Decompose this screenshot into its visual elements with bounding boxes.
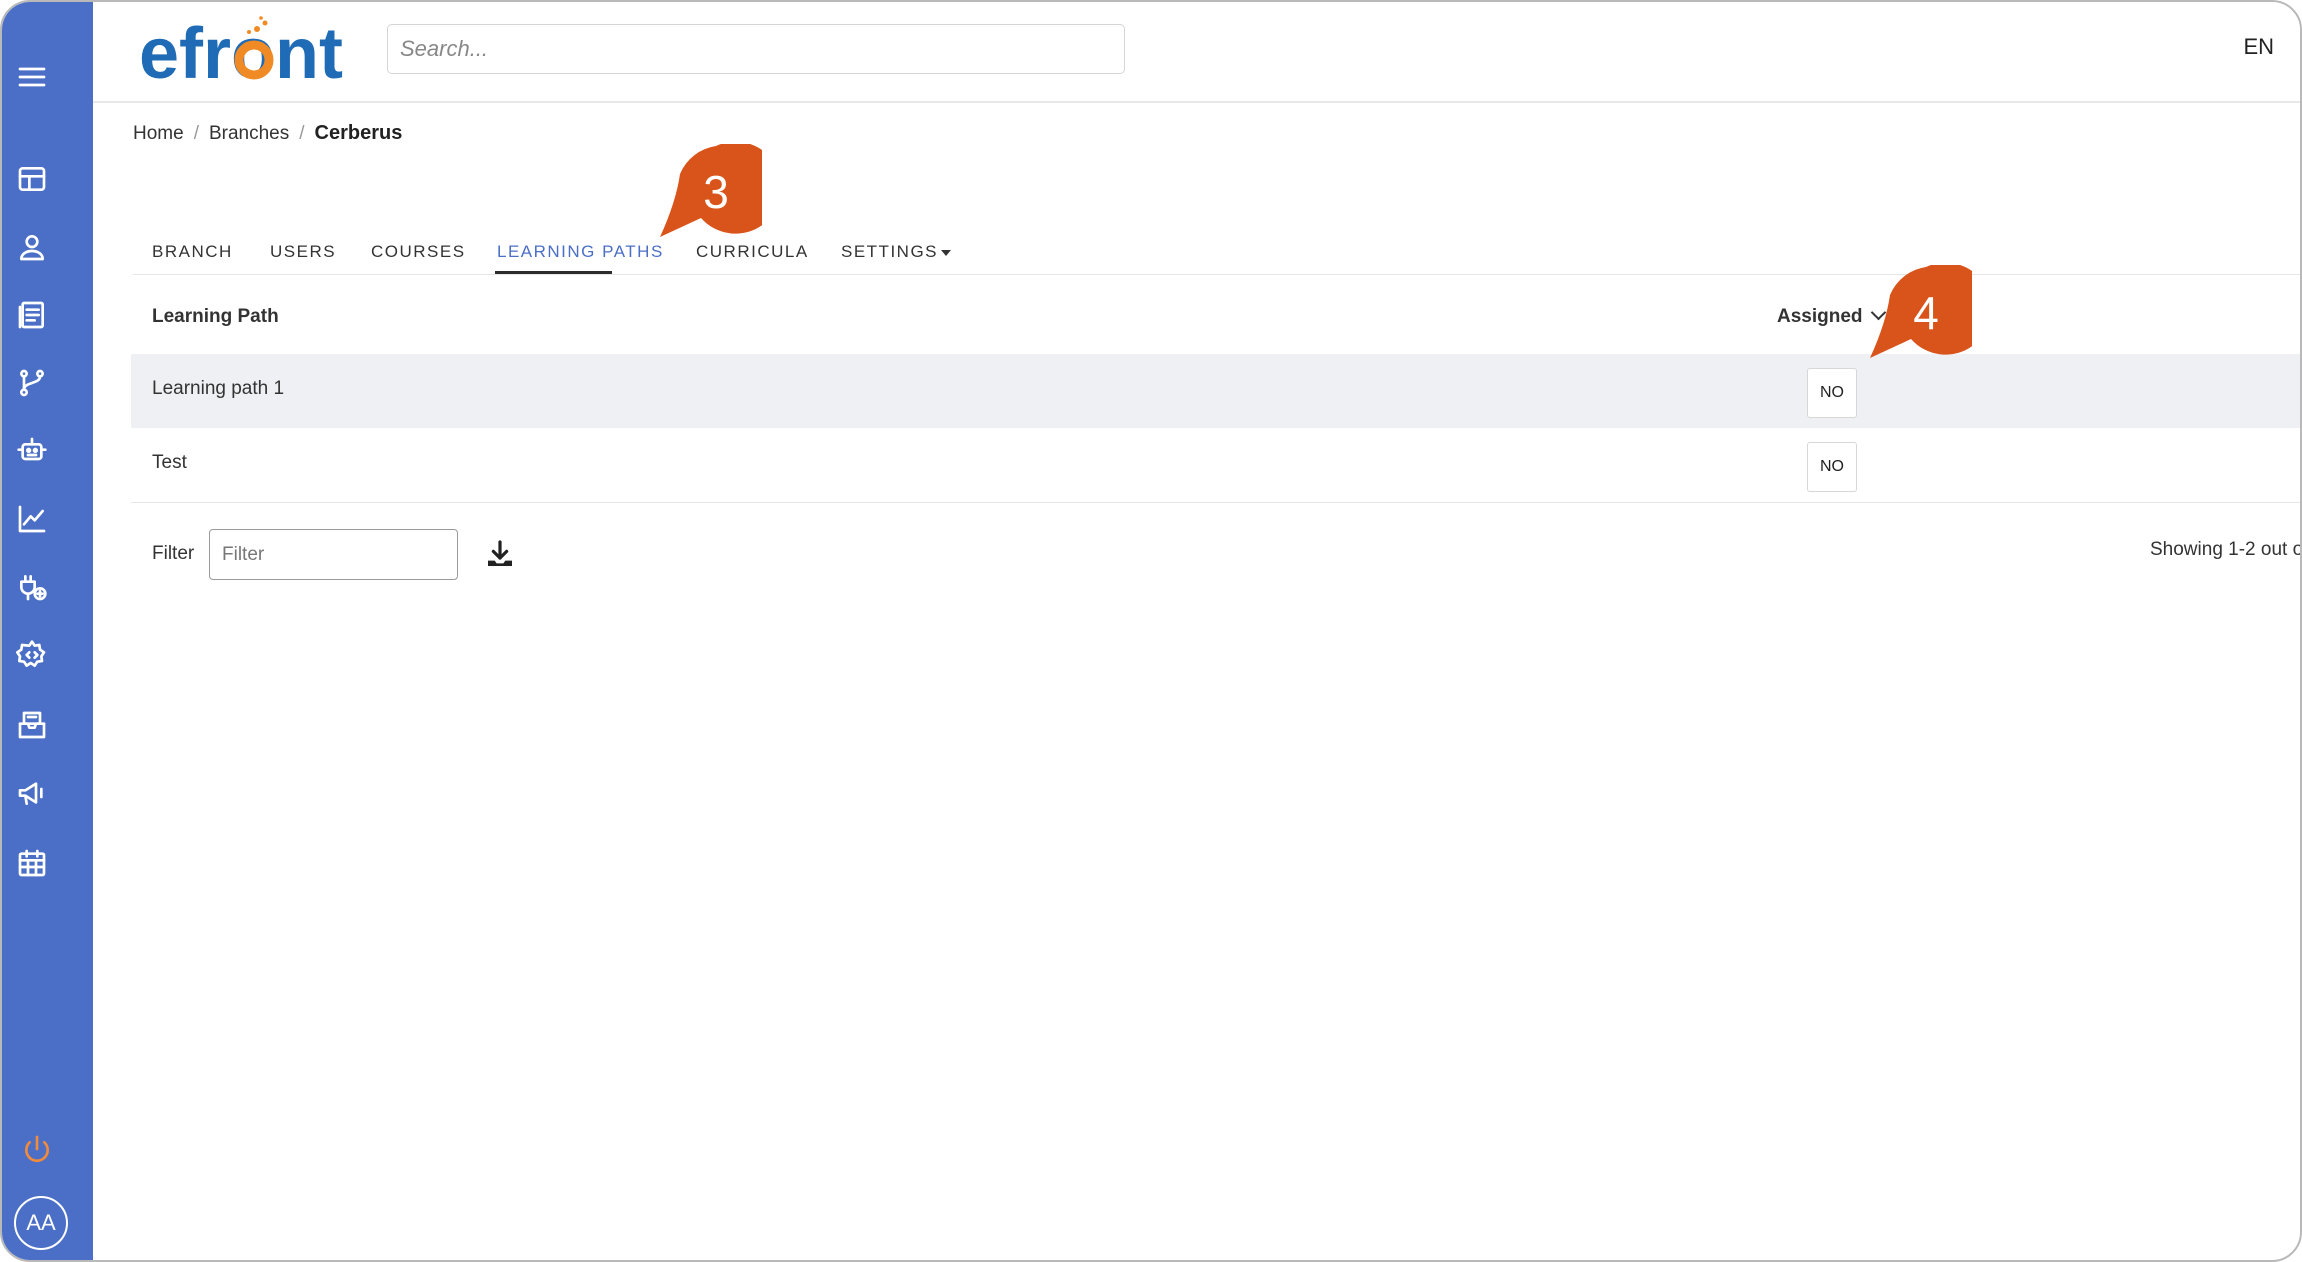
search-input[interactable] <box>387 24 1125 74</box>
tab-settings[interactable]: SETTINGS <box>841 242 952 262</box>
pagination-info: Showing 1-2 out o <box>2150 539 2302 560</box>
tab-users[interactable]: USERS <box>270 242 336 262</box>
tab-courses[interactable]: COURSES <box>371 242 466 262</box>
column-header-assigned-label: Assigned <box>1777 306 1863 327</box>
filter-label: Filter <box>152 543 195 564</box>
step-3-callout-number: 3 <box>703 166 729 218</box>
caret-down-icon <box>941 249 952 256</box>
plugins-icon[interactable] <box>16 571 48 603</box>
tab-curricula[interactable]: CURRICULA <box>696 242 809 262</box>
app-window: AA efront EN Home / Branches / Cerberus … <box>0 0 2302 1262</box>
messages-icon[interactable] <box>16 709 48 741</box>
breadcrumb-branches[interactable]: Branches <box>209 123 289 145</box>
learning-path-name: Test <box>152 452 187 473</box>
step-4-callout-icon: 4 <box>1870 265 1972 358</box>
language-selector[interactable]: EN <box>2243 34 2274 60</box>
branches-icon[interactable] <box>16 367 48 399</box>
breadcrumb-separator: / <box>193 123 199 144</box>
filter-input[interactable] <box>209 529 458 580</box>
dashboard-icon[interactable] <box>16 163 48 195</box>
tab-branch[interactable]: BRANCH <box>152 242 233 262</box>
breadcrumb: Home / Branches / Cerberus <box>133 122 402 145</box>
reports-icon[interactable] <box>16 503 48 535</box>
top-bar: efront EN <box>93 2 2300 103</box>
table-row: Learning path 1 NO <box>131 354 2300 428</box>
table-header: Learning Path Assigned <box>131 274 2300 354</box>
breadcrumb-separator: / <box>299 123 305 144</box>
developer-settings-icon[interactable] <box>16 639 48 671</box>
tab-settings-label: SETTINGS <box>841 242 939 261</box>
step-3-callout-icon: 3 <box>660 144 762 237</box>
assign-toggle-button[interactable]: NO <box>1807 442 1857 492</box>
tab-learning-paths[interactable]: LEARNING PATHS <box>497 242 664 262</box>
table-row: Test NO <box>131 428 2300 503</box>
avatar-initials: AA <box>26 1210 56 1235</box>
download-icon[interactable] <box>484 538 516 570</box>
power-icon[interactable] <box>21 1133 53 1165</box>
courses-icon[interactable] <box>16 299 48 331</box>
column-header-learning-path[interactable]: Learning Path <box>152 306 279 328</box>
user-icon[interactable] <box>16 231 48 263</box>
automation-icon[interactable] <box>16 435 48 467</box>
announcements-icon[interactable] <box>16 777 48 809</box>
avatar[interactable]: AA <box>14 1196 68 1250</box>
calendar-icon[interactable] <box>16 847 48 879</box>
learning-path-name: Learning path 1 <box>152 378 285 399</box>
breadcrumb-home[interactable]: Home <box>133 123 184 145</box>
efront-logo[interactable]: efront <box>139 16 371 86</box>
breadcrumb-current: Cerberus <box>314 122 403 144</box>
menu-icon[interactable] <box>16 61 48 93</box>
step-4-callout-number: 4 <box>1913 287 1939 339</box>
sidebar: AA <box>2 2 93 1260</box>
tab-bar: BRANCH USERS COURSES LEARNING PATHS CURR… <box>133 234 2300 275</box>
assign-toggle-button[interactable]: NO <box>1807 368 1857 418</box>
